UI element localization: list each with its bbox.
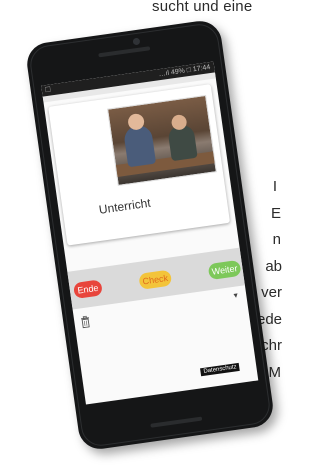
- menu-icon: ☐: [44, 86, 52, 95]
- photo-child-left: [122, 112, 157, 168]
- flash-card[interactable]: Unterricht: [48, 84, 231, 246]
- privacy-link[interactable]: Datenschutz: [200, 362, 241, 377]
- trash-icon[interactable]: [80, 314, 92, 329]
- card-label: Unterricht: [98, 195, 152, 217]
- check-button[interactable]: Check: [138, 269, 173, 290]
- phone-body: ☐ …ıl 49% □ 17:44 Unterricht Ende Check …: [24, 18, 276, 452]
- classroom-photo: [107, 94, 217, 186]
- phone-mockup: ☐ …ıl 49% □ 17:44 Unterricht Ende Check …: [0, 8, 294, 452]
- caret-down-icon[interactable]: ▼: [232, 292, 240, 300]
- photo-child-right: [167, 113, 198, 162]
- weiter-button[interactable]: Weiter: [207, 259, 242, 281]
- action-bar: Ende Check Weiter: [67, 247, 245, 310]
- ende-button[interactable]: Ende: [72, 279, 103, 300]
